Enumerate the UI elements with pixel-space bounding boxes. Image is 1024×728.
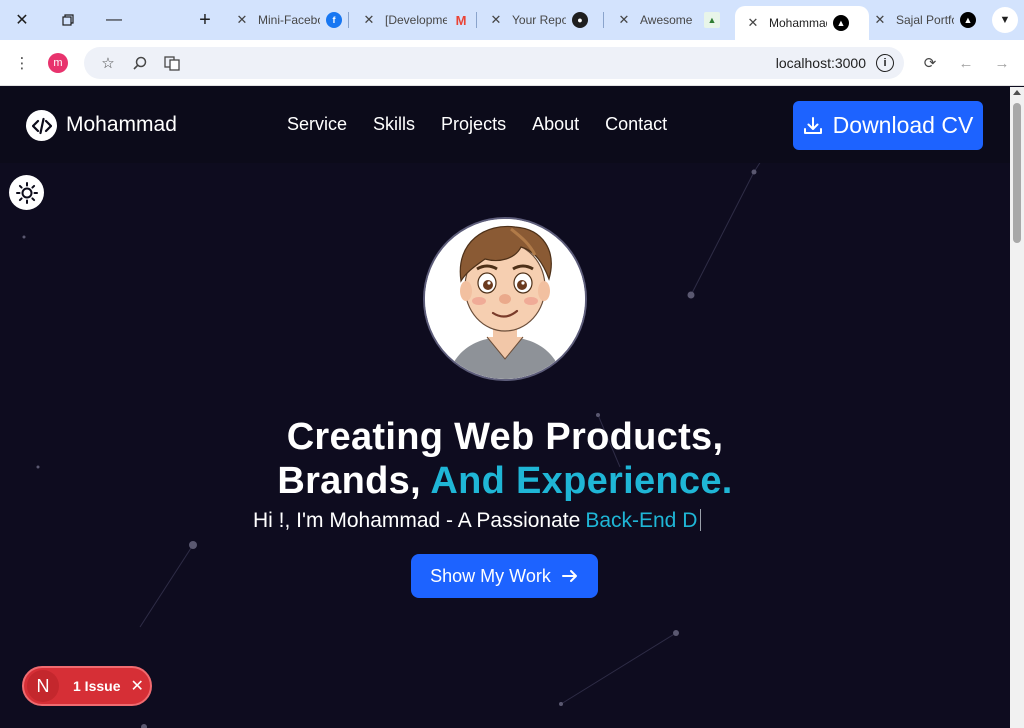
image-icon: ▲ (704, 12, 720, 28)
close-icon[interactable]: ✕ (130, 676, 143, 696)
issue-count-label[interactable]: 1 Issue (73, 678, 120, 694)
download-cv-button[interactable]: Download CV (793, 101, 983, 150)
tab-title: Mini-Facebook (258, 13, 320, 27)
tab-title: Awesome (640, 13, 693, 27)
particle-background (22, 146, 771, 728)
tab-awesome[interactable]: ✕ Awesome ▲ (616, 6, 720, 34)
reload-icon[interactable]: ⟳ (918, 51, 942, 75)
typewriter-text: Back-End D (585, 509, 698, 532)
zoom-icon[interactable] (128, 51, 152, 75)
browser-toolbar: ⋮ m ☆ localhost:3000 i ⟳ ← → (0, 40, 1024, 86)
typewriter-caret (700, 509, 702, 531)
facebook-icon: f (326, 12, 342, 28)
forward-arrow-icon[interactable]: → (990, 51, 1014, 75)
code-logo-icon[interactable] (26, 110, 57, 141)
tab-close-icon[interactable]: ✕ (616, 12, 632, 28)
nav-link-about[interactable]: About (532, 114, 579, 135)
window-minimize-icon[interactable]: — (102, 8, 126, 32)
tab-divider (603, 12, 604, 28)
browser-tab-strip: ✕ — + ✕ Mini-Facebook f ✕ [Development] … (0, 0, 1024, 40)
nav-link-contact[interactable]: Contact (605, 114, 667, 135)
portfolio-page: Mohammad Service Skills Projects About C… (0, 87, 1010, 728)
tab-close-icon[interactable]: ✕ (872, 12, 888, 28)
translate-icon[interactable] (160, 51, 184, 75)
tab-title: [Development] (385, 13, 447, 27)
tab-close-icon[interactable]: ✕ (745, 15, 761, 31)
hero-headline-plain: Brands, (277, 460, 421, 502)
tab-mohammad-active[interactable]: ✕ Mohammad ▲ (735, 6, 869, 40)
scroll-up-arrow-icon[interactable] (1013, 90, 1021, 95)
window-close-icon[interactable]: ✕ (10, 8, 34, 32)
tab-development[interactable]: ✕ [Development] M (361, 6, 469, 34)
site-info-icon[interactable]: i (876, 54, 894, 72)
hero-subline-intro: Hi !, I'm Mohammad - A Passionate (253, 509, 581, 532)
show-my-work-label: Show My Work (430, 565, 551, 586)
tab-close-icon[interactable]: ✕ (234, 12, 250, 28)
site-navbar: Mohammad Service Skills Projects About C… (0, 87, 1010, 163)
nav-links: Service Skills Projects About Contact (287, 114, 667, 135)
scroll-thumb[interactable] (1013, 103, 1021, 243)
tab-divider (476, 12, 477, 28)
nextjs-badge[interactable]: N (27, 670, 59, 702)
tab-title: Sajal Portfolio (896, 13, 954, 27)
tab-close-icon[interactable]: ✕ (488, 12, 504, 28)
gmail-icon: M (455, 12, 467, 28)
window-restore-icon[interactable] (56, 8, 80, 32)
tab-sajal-portfolio[interactable]: ✕ Sajal Portfolio ▲ (872, 6, 976, 34)
download-icon (803, 116, 822, 134)
address-bar[interactable]: ☆ localhost:3000 i (84, 47, 904, 79)
tab-close-icon[interactable]: ✕ (361, 12, 377, 28)
nextjs-icon: ▲ (833, 15, 849, 31)
tab-title: Mohammad (769, 16, 827, 30)
nextjs-issue-indicator[interactable]: N 1 Issue ✕ (22, 666, 152, 706)
show-my-work-button[interactable]: Show My Work (411, 554, 598, 598)
site-logo-text[interactable]: Mohammad (66, 113, 177, 137)
hero-subline: Hi !, I'm Mohammad - A Passionate Back-En… (253, 509, 702, 533)
arrow-right-icon (561, 570, 577, 582)
tab-divider (348, 12, 349, 28)
profile-avatar[interactable]: m (48, 53, 68, 73)
hero-headline-accent: And Experience. (430, 460, 733, 502)
nav-link-service[interactable]: Service (287, 114, 347, 135)
bookmark-star-icon[interactable]: ☆ (96, 51, 120, 75)
new-tab-icon[interactable]: + (193, 8, 217, 32)
nav-link-projects[interactable]: Projects (441, 114, 506, 135)
hero-headline-line2: Brands, And Experience. (0, 460, 1010, 503)
theme-toggle-button[interactable] (9, 175, 44, 210)
tab-your-repositories[interactable]: ✕ Your Repositories ● (488, 6, 588, 34)
url-text: localhost:3000 (775, 55, 866, 71)
nextjs-icon: ▲ (960, 12, 976, 28)
page-scrollbar[interactable] (1010, 87, 1024, 728)
tab-search-chevron-icon[interactable]: ▼ (992, 7, 1018, 33)
profile-avatar-illustration (423, 217, 587, 381)
download-cv-label: Download CV (832, 112, 974, 138)
github-icon: ● (572, 12, 588, 28)
hero-headline-line1: Creating Web Products, (286, 416, 724, 458)
tab-mini-facebook[interactable]: ✕ Mini-Facebook f (234, 6, 342, 34)
sun-icon (15, 181, 38, 204)
back-arrow-icon[interactable]: ← (954, 51, 978, 75)
kebab-menu-icon[interactable]: ⋮ (10, 51, 34, 75)
nav-link-skills[interactable]: Skills (373, 114, 415, 135)
tab-title: Your Repositories (512, 13, 566, 27)
